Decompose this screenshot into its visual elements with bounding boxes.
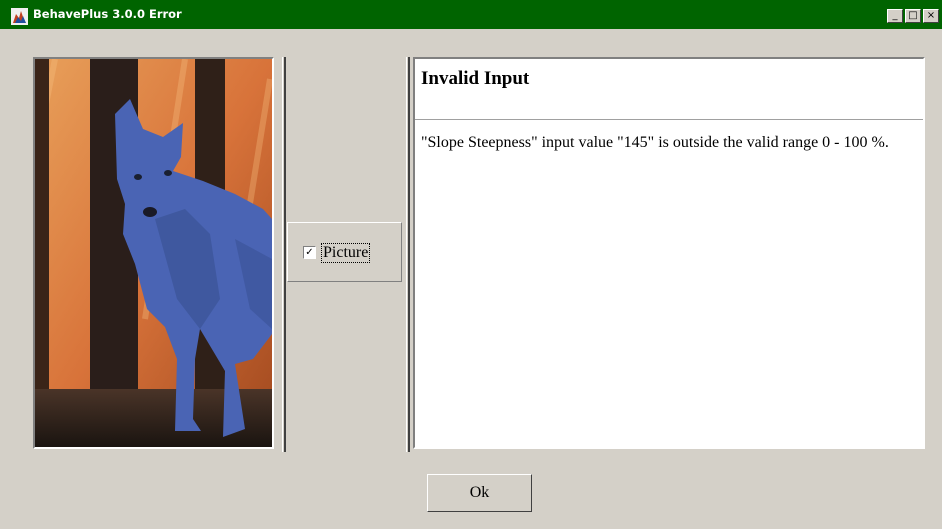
picture-splitter[interactable] bbox=[282, 57, 286, 452]
app-icon bbox=[11, 8, 28, 25]
ok-button[interactable]: Ok bbox=[427, 474, 532, 512]
maximize-button[interactable]: □ bbox=[905, 9, 921, 23]
minimize-button[interactable]: _ bbox=[887, 9, 903, 23]
message-title: Invalid Input bbox=[421, 68, 530, 89]
message-body: "Slope Steepness" input value "145" is o… bbox=[421, 134, 889, 151]
message-splitter[interactable] bbox=[406, 57, 410, 452]
picture-checkbox-label[interactable]: Picture bbox=[321, 243, 371, 263]
message-panel: Invalid Input "Slope Steepness" input va… bbox=[413, 57, 925, 449]
picture-checkbox[interactable]: ✓ bbox=[303, 246, 316, 259]
picture-toggle-group: ✓ Picture bbox=[287, 222, 402, 282]
close-button[interactable]: × bbox=[923, 9, 939, 23]
wolf-picture bbox=[33, 57, 274, 449]
window-title: BehavePlus 3.0.0 Error bbox=[33, 7, 182, 21]
message-divider bbox=[415, 119, 923, 120]
title-bar[interactable]: BehavePlus 3.0.0 Error _ □ × bbox=[0, 0, 942, 29]
